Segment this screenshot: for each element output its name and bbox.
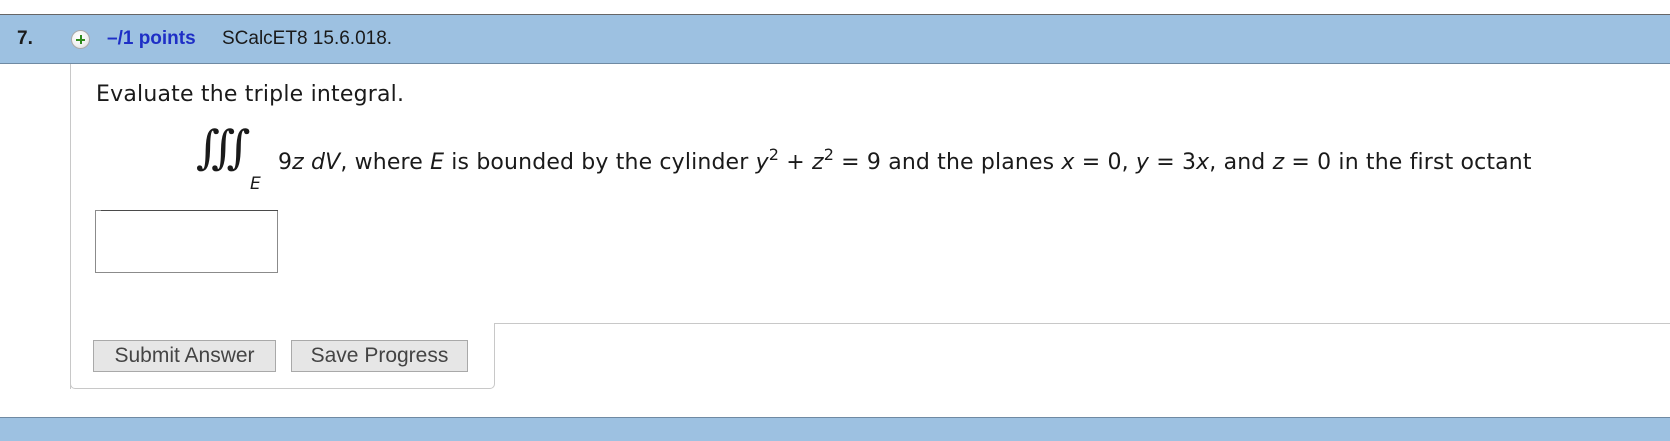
integrand-z: z (292, 150, 304, 175)
exponent-y: 2 (768, 145, 780, 164)
answer-input-border (101, 210, 278, 211)
integral-expression: 9z dV, where E is bounded by the cylinde… (278, 145, 1532, 175)
x-var: x (1061, 150, 1075, 175)
where-text: , where (340, 150, 431, 175)
x-equation: = 0, (1074, 150, 1136, 175)
integrand-coeff: 9 (278, 150, 293, 175)
question-prompt: Evaluate the triple integral. (96, 82, 405, 107)
z-var-plane: z (1272, 150, 1285, 175)
y-var: y (755, 150, 769, 175)
equals-nine-text: = 9 and the planes (834, 150, 1062, 175)
answer-input[interactable] (95, 210, 278, 273)
plus-circle-icon[interactable] (71, 30, 90, 49)
bounded-text: is bounded by the cylinder (444, 150, 756, 175)
submit-answer-button[interactable]: Submit Answer (93, 340, 276, 372)
save-progress-button[interactable]: Save Progress (291, 340, 468, 372)
question-id: SCalcET8 15.6.018. (222, 28, 393, 49)
y-var-plane: y (1135, 150, 1150, 175)
question-number: 7. (17, 28, 33, 49)
z-equation: = 0 in the first octant (1284, 150, 1532, 175)
y-equation: = 3 (1149, 150, 1197, 175)
next-question-header (0, 417, 1670, 441)
z-var: z (811, 150, 824, 175)
integral-region-subscript: E (250, 174, 261, 194)
question-header: 7. –/1 points SCalcET8 15.6.018. (0, 15, 1670, 64)
triple-integral-symbol: ∭ (196, 120, 251, 174)
x-var-plane: x (1196, 150, 1210, 175)
plus-sign: + (779, 150, 812, 175)
and-text: , and (1209, 150, 1273, 175)
question-points: –/1 points (107, 28, 196, 49)
panel-divider (494, 323, 1670, 324)
integrand-dv: dV (311, 150, 341, 175)
exponent-z: 2 (823, 145, 835, 164)
region-var: E (430, 150, 445, 175)
